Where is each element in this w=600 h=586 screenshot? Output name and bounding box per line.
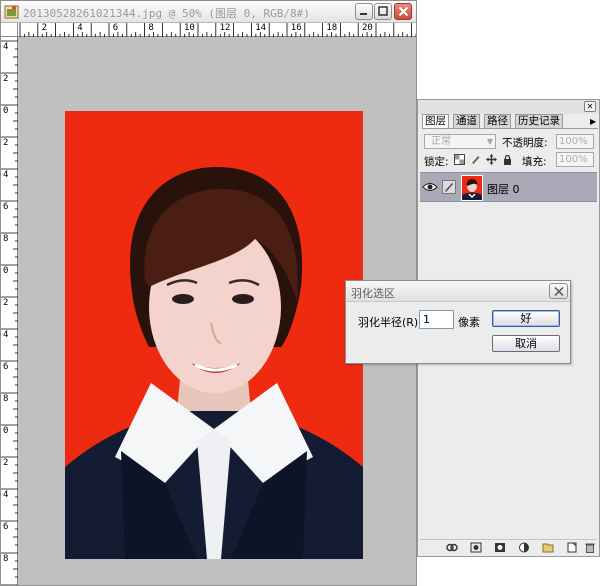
vertical-ruler-label: 4 (3, 490, 9, 500)
vertical-ruler-label: 4 (3, 330, 9, 340)
vertical-ruler-label: 4 (3, 170, 9, 180)
link-layers-icon[interactable] (446, 542, 458, 553)
vertical-ruler-label: 2 (3, 298, 9, 308)
portrait-image (65, 111, 363, 559)
lock-all-icon[interactable] (502, 154, 513, 165)
layer-brush-icon (442, 180, 456, 194)
horizontal-ruler[interactable]: 2 4 6 8 10 12 14 16 18 20 (18, 23, 416, 37)
new-group-folder-icon[interactable] (542, 542, 554, 553)
horizontal-ruler-label: 4 (77, 23, 83, 33)
ok-button[interactable]: 好 (492, 310, 560, 327)
horizontal-ruler-label: 2 (41, 23, 48, 33)
feather-radius-label: 羽化半径(R): (358, 316, 422, 329)
vertical-ruler-label: 6 (3, 522, 9, 532)
horizontal-ruler-label: 20 (362, 23, 373, 33)
lock-transparency-icon[interactable] (454, 154, 465, 165)
layer-thumbnail[interactable] (461, 175, 483, 201)
horizontal-ruler-label: 12 (219, 23, 231, 33)
layer-name: 图层 0 (487, 183, 520, 196)
panel-bottom-divider (420, 539, 597, 540)
photoshop-document-icon (4, 4, 20, 20)
cancel-button[interactable]: 取消 (492, 335, 560, 352)
layer-style-icon[interactable] (470, 542, 482, 553)
tab-history[interactable]: 历史记录 (515, 114, 563, 129)
ruler-corner[interactable] (1, 23, 18, 37)
document-title: 20130528261021344.jpg @ 50% (图层 0, RGB/8… (23, 7, 310, 20)
minimize-button[interactable] (355, 3, 373, 20)
panel-close-button[interactable]: ✕ (584, 101, 596, 112)
panel-tabs: 图层 通道 路径 历史记录 ▶ (422, 114, 598, 129)
dialog-titlebar[interactable]: 羽化选区 (346, 281, 570, 302)
opacity-label: 不透明度: (502, 137, 548, 149)
lock-position-move-icon[interactable] (486, 154, 497, 165)
tab-channels[interactable]: 通道 (453, 114, 480, 129)
fill-field[interactable]: 100% (556, 152, 594, 167)
tab-divider (422, 128, 598, 129)
horizontal-ruler-label: 16 (290, 23, 302, 33)
horizontal-ruler-label: 10 (184, 23, 195, 33)
blend-mode-value: 正常 (431, 136, 451, 147)
portrait-photo[interactable] (65, 111, 363, 559)
vertical-ruler[interactable]: 4 2 0 2 4 6 8 0 2 4 6 8 0 2 4 6 8 (1, 37, 18, 585)
close-button[interactable] (394, 3, 412, 20)
tab-paths[interactable]: 路径 (484, 114, 511, 129)
lock-pixels-brush-icon[interactable] (470, 154, 481, 165)
layer-mask-icon[interactable] (494, 542, 506, 553)
vertical-ruler-label: 0 (3, 266, 9, 276)
blend-mode-select[interactable]: 正常 ▼ (424, 134, 496, 149)
new-layer-icon[interactable] (566, 542, 578, 553)
vertical-ruler-label: 2 (3, 74, 9, 84)
maximize-button[interactable] (374, 3, 392, 20)
vertical-ruler-label: 2 (3, 138, 9, 148)
vertical-ruler-label: 8 (3, 234, 9, 244)
opacity-field[interactable]: 100% (556, 134, 594, 149)
feather-selection-dialog: 羽化选区 羽化半径(R): 像素 好 取消 (345, 280, 571, 364)
delete-layer-trash-icon[interactable] (584, 542, 596, 553)
visibility-eye-icon[interactable] (422, 180, 438, 194)
fill-label: 填充: (522, 156, 547, 168)
vertical-ruler-label: 8 (3, 394, 9, 404)
horizontal-ruler-label: 14 (255, 23, 267, 33)
layer-row[interactable]: 图层 0 (420, 172, 597, 202)
adjustment-layer-icon[interactable] (518, 542, 530, 553)
horizontal-ruler-label: 18 (326, 23, 338, 33)
vertical-ruler-label: 4 (3, 42, 9, 52)
vertical-ruler-label: 0 (3, 106, 9, 116)
vertical-ruler-label: 6 (3, 362, 9, 372)
dialog-title: 羽化选区 (351, 287, 395, 300)
feather-radius-input[interactable] (419, 310, 454, 329)
lock-label: 锁定: (424, 156, 449, 168)
panel-title-strip[interactable]: ✕ (418, 100, 599, 114)
document-titlebar[interactable]: 20130528261021344.jpg @ 50% (图层 0, RGB/8… (1, 1, 416, 23)
vertical-ruler-label: 6 (3, 202, 9, 212)
vertical-ruler-ticks (1, 40, 18, 585)
dialog-close-button[interactable] (549, 283, 568, 299)
unit-label: 像素 (458, 316, 480, 329)
horizontal-ruler-label: 8 (148, 23, 154, 33)
panel-menu-arrow-icon[interactable]: ▶ (590, 116, 599, 127)
vertical-ruler-label: 2 (3, 458, 9, 468)
vertical-ruler-label: 8 (3, 554, 9, 564)
horizontal-ruler-label: 6 (112, 23, 119, 33)
tab-layers[interactable]: 图层 (422, 114, 449, 129)
chevron-down-icon: ▼ (486, 137, 493, 146)
vertical-ruler-label: 0 (3, 426, 9, 436)
